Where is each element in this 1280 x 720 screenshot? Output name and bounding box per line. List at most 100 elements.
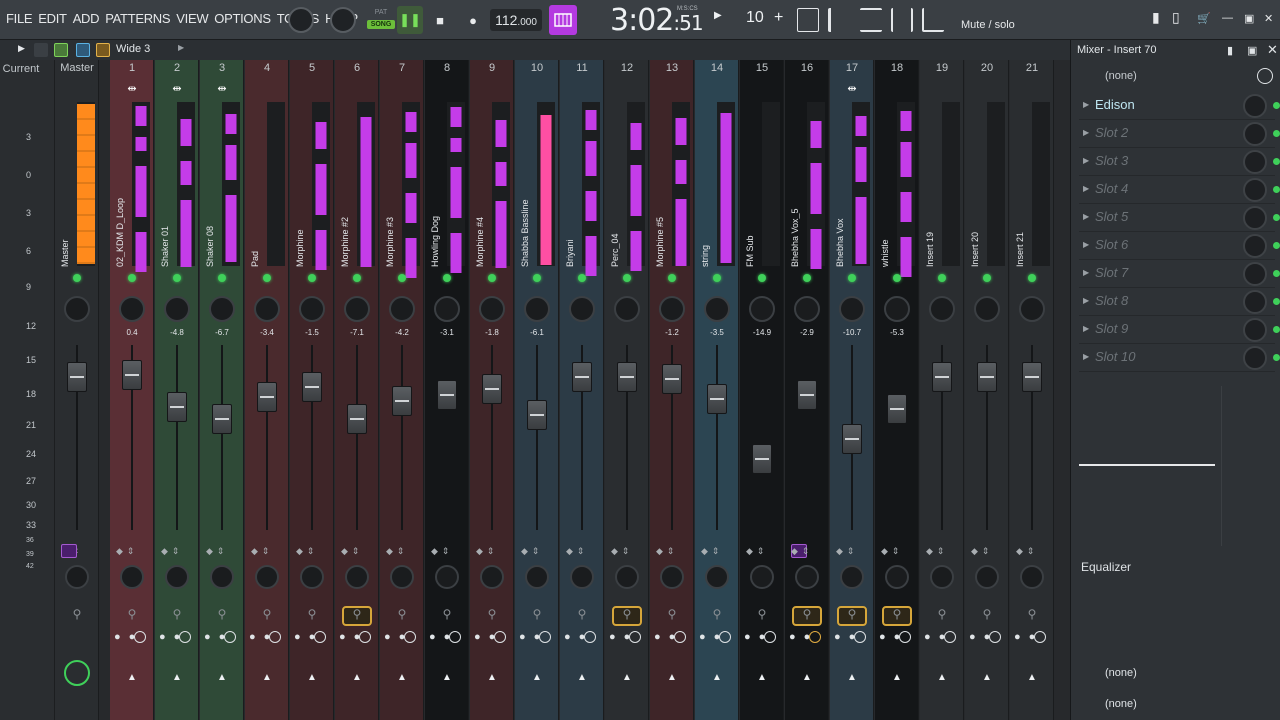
track-pan-knob[interactable] bbox=[749, 296, 775, 322]
send-arrow-icon[interactable]: ▲ bbox=[380, 672, 424, 683]
slot-mix-knob[interactable] bbox=[1243, 346, 1267, 370]
slot-expand-icon[interactable]: ▶ bbox=[1083, 212, 1089, 221]
stereo-separation-knob[interactable] bbox=[930, 565, 954, 589]
track-pan-knob[interactable] bbox=[254, 296, 280, 322]
stop-button[interactable]: ■ bbox=[428, 6, 452, 34]
playlist-icon[interactable] bbox=[797, 8, 819, 32]
send-arrow-icon[interactable]: ▲ bbox=[560, 672, 604, 683]
track-volume-fader[interactable] bbox=[887, 394, 907, 424]
stereo-separation-icon[interactable]: ◆⇕ bbox=[701, 546, 723, 557]
mixer-track-12[interactable]: 12 Perc_04 ◆⇕ ⚲ ●● ▲ bbox=[605, 60, 649, 720]
latency-clock-icon[interactable] bbox=[944, 631, 956, 643]
slot-expand-icon[interactable]: ▶ bbox=[1083, 240, 1089, 249]
track-pan-knob[interactable] bbox=[524, 296, 550, 322]
latency-clock-icon[interactable] bbox=[1257, 68, 1273, 84]
master-fader[interactable] bbox=[67, 362, 87, 392]
track-active-led[interactable] bbox=[848, 274, 856, 282]
record-arm-icon[interactable]: ⚲ bbox=[335, 607, 379, 621]
menu-item-file[interactable]: FILE bbox=[6, 11, 33, 26]
mixer-track-9[interactable]: 9 Morphine #4 -1.8 ◆⇕ ⚲ ●● ▲ bbox=[470, 60, 514, 720]
record-arm-icon[interactable]: ⚲ bbox=[380, 607, 424, 621]
mixer-icon[interactable] bbox=[891, 8, 913, 32]
master-active-led[interactable] bbox=[73, 274, 81, 282]
track-active-led[interactable] bbox=[938, 274, 946, 282]
stereo-separation-icon[interactable]: ◆⇕ bbox=[926, 546, 948, 557]
stereo-separation-icon[interactable]: ◆⇕ bbox=[566, 546, 588, 557]
track-volume-fader[interactable] bbox=[572, 362, 592, 392]
stereo-separation-knob[interactable] bbox=[165, 565, 189, 589]
slot-expand-icon[interactable]: ▶ bbox=[1083, 324, 1089, 333]
slot-mix-knob[interactable] bbox=[1243, 122, 1267, 146]
send-arrow-icon[interactable]: ▲ bbox=[1010, 672, 1054, 683]
input-select[interactable]: (none) bbox=[1105, 70, 1137, 82]
stereo-separation-knob[interactable] bbox=[210, 565, 234, 589]
track-pan-knob[interactable] bbox=[614, 296, 640, 322]
send-arrow-icon[interactable]: ▲ bbox=[650, 672, 694, 683]
mixer-track-5[interactable]: 5 Morphine -1.5 ◆⇕ ⚲ ●● ▲ bbox=[290, 60, 334, 720]
eq-faders[interactable] bbox=[1221, 386, 1277, 546]
track-active-led[interactable] bbox=[668, 274, 676, 282]
record-arm-icon[interactable]: ⚲ bbox=[650, 607, 694, 621]
play-pause-button[interactable]: ❚❚ bbox=[397, 6, 423, 34]
fx-slot-9[interactable]: ▶ Slot 9 bbox=[1079, 316, 1280, 344]
send-arrow-icon[interactable]: ▲ bbox=[785, 672, 829, 683]
record-arm-icon[interactable]: ⚲ bbox=[785, 607, 829, 621]
track-pan-knob[interactable] bbox=[839, 296, 865, 322]
fx-slot-3[interactable]: ▶ Slot 3 bbox=[1079, 148, 1280, 176]
track-active-led[interactable] bbox=[398, 274, 406, 282]
channel-rack-icon[interactable] bbox=[828, 8, 850, 32]
stereo-separation-knob[interactable] bbox=[1020, 565, 1044, 589]
stereo-separation-icon[interactable]: ◆⇕ bbox=[521, 546, 543, 557]
mixer-track-4[interactable]: 4 Pad -3.4 ◆⇕ ⚲ ●● ▲ bbox=[245, 60, 289, 720]
track-active-led[interactable] bbox=[893, 274, 901, 282]
master-routing-icon[interactable] bbox=[64, 660, 90, 686]
track-pan-knob[interactable] bbox=[884, 296, 910, 322]
stereo-separation-icon[interactable]: ◆⇕ bbox=[341, 546, 363, 557]
record-arm-icon[interactable]: ⚲ bbox=[740, 607, 784, 621]
slot-expand-icon[interactable]: ▶ bbox=[1083, 184, 1089, 193]
track-pan-knob[interactable] bbox=[794, 296, 820, 322]
track-volume-fader[interactable] bbox=[437, 380, 457, 410]
output-select-2[interactable]: (none) bbox=[1105, 698, 1137, 710]
track-pan-knob[interactable] bbox=[704, 296, 730, 322]
latency-clock-icon[interactable] bbox=[269, 631, 281, 643]
stereo-separation-icon[interactable]: ◆⇕ bbox=[116, 546, 138, 557]
latency-clock-icon[interactable] bbox=[134, 631, 146, 643]
track-volume-fader[interactable] bbox=[842, 424, 862, 454]
stereo-separation-icon[interactable]: ◆⇕ bbox=[296, 546, 318, 557]
track-active-led[interactable] bbox=[758, 274, 766, 282]
slot-mix-knob[interactable] bbox=[1243, 206, 1267, 230]
track-pan-knob[interactable] bbox=[569, 296, 595, 322]
latency-clock-icon[interactable] bbox=[179, 631, 191, 643]
track-active-led[interactable] bbox=[218, 274, 226, 282]
track-active-led[interactable] bbox=[308, 274, 316, 282]
panel-maximize-icon[interactable]: ▣ bbox=[1247, 44, 1257, 57]
slot-mix-knob[interactable] bbox=[1243, 94, 1267, 118]
latency-clock-icon[interactable] bbox=[494, 631, 506, 643]
fx-slot-6[interactable]: ▶ Slot 6 bbox=[1079, 232, 1280, 260]
send-arrow-icon[interactable]: ▲ bbox=[920, 672, 964, 683]
track-active-led[interactable] bbox=[533, 274, 541, 282]
track-active-led[interactable] bbox=[578, 274, 586, 282]
slot-mix-knob[interactable] bbox=[1243, 234, 1267, 258]
record-arm-icon[interactable]: ⚲ bbox=[560, 607, 604, 621]
track-pan-knob[interactable] bbox=[344, 296, 370, 322]
stereo-separation-knob[interactable] bbox=[885, 565, 909, 589]
stereo-separation-icon[interactable]: ◆⇕ bbox=[206, 546, 228, 557]
track-active-led[interactable] bbox=[1028, 274, 1036, 282]
track-pan-knob[interactable] bbox=[164, 296, 190, 322]
record-button[interactable]: ● bbox=[462, 6, 484, 34]
track-active-led[interactable] bbox=[803, 274, 811, 282]
track-active-led[interactable] bbox=[713, 274, 721, 282]
record-arm-icon[interactable]: ⚲ bbox=[695, 607, 739, 621]
stereo-separation-knob[interactable] bbox=[840, 565, 864, 589]
send-arrow-icon[interactable]: ▲ bbox=[875, 672, 919, 683]
record-arm-icon[interactable]: ⚲ bbox=[515, 607, 559, 621]
shop-icon[interactable]: 🛒 bbox=[1197, 12, 1211, 25]
slot-enable-led[interactable] bbox=[1273, 326, 1280, 333]
fx-slot-7[interactable]: ▶ Slot 7 bbox=[1079, 260, 1280, 288]
track-volume-fader[interactable] bbox=[932, 362, 952, 392]
mixer-track-17[interactable]: 17 ⇹ Bhebha Vox -10.7 ◆⇕ ⚲ ●● ▲ bbox=[830, 60, 874, 720]
slot-mix-knob[interactable] bbox=[1243, 318, 1267, 342]
close-window-icon[interactable]: ✕ bbox=[1264, 12, 1273, 25]
